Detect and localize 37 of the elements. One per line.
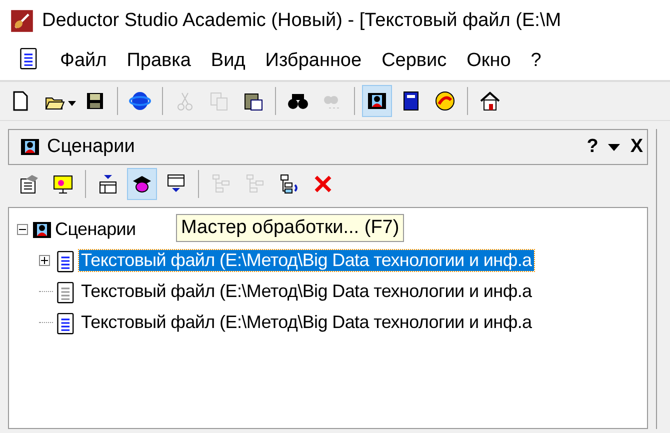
toolbar-button[interactable]	[127, 168, 157, 200]
copy-icon	[208, 90, 230, 112]
tree-icon	[210, 173, 232, 195]
panel-title: Сценарии	[47, 136, 136, 158]
tree-item[interactable]: Текстовый файл (E:\Метод\Big Data технологии и инф.a	[79, 250, 534, 271]
tooltip: Мастер обработки... (F7)	[176, 214, 404, 242]
menu-item[interactable]: Сервис	[374, 50, 455, 72]
import-icon	[97, 173, 119, 195]
menu-item[interactable]: Окно	[458, 50, 519, 72]
close-button[interactable]: X	[626, 136, 647, 158]
tree-item[interactable]: Текстовый файл (E:\Метод\Big Data технологии и инф.a	[79, 312, 534, 333]
film-person-icon	[19, 136, 41, 158]
dropdown-arrow-icon[interactable]	[68, 101, 76, 106]
delete-icon	[312, 173, 334, 195]
window-title: Deductor Studio Academic (Новый) - [Текстовый файл (E:\М	[42, 10, 562, 32]
tree-refresh-icon	[278, 173, 300, 195]
film-person-icon	[366, 90, 388, 112]
tree-icon	[244, 173, 266, 195]
globe-icon	[129, 90, 151, 112]
menu-item[interactable]: Правка	[118, 50, 199, 72]
properties-icon	[18, 173, 40, 195]
toolbar-button[interactable]	[362, 85, 392, 117]
dropdown-arrow-icon[interactable]	[608, 144, 620, 150]
tree-item[interactable]: Сценарии	[53, 219, 138, 240]
presentation-icon	[52, 173, 74, 195]
collapse-toggle[interactable]	[17, 224, 28, 235]
graduation-cap-icon	[131, 173, 153, 195]
menu-item[interactable]: Избранное	[257, 50, 370, 72]
help-button[interactable]: ?	[582, 136, 602, 158]
globe-icon	[434, 90, 456, 112]
menu-item[interactable]: Вид	[202, 50, 254, 72]
application-icon	[10, 9, 34, 33]
export-icon	[165, 173, 187, 195]
expand-toggle[interactable]	[39, 255, 50, 266]
menu-item[interactable]: ?	[522, 50, 550, 72]
home-icon	[479, 90, 501, 112]
menu-item[interactable]: Файл	[52, 50, 115, 72]
